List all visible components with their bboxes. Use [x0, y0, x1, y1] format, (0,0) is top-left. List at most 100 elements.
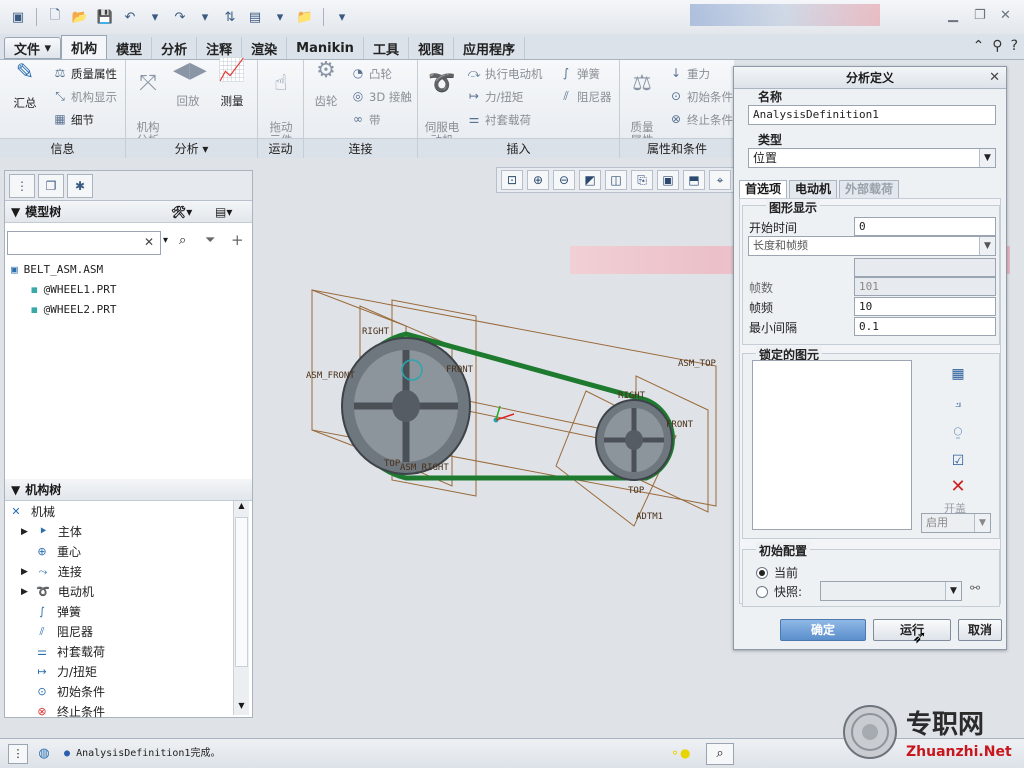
browser-toggle-icon[interactable]: ◍ [34, 744, 54, 764]
customize-icon[interactable]: ▾ [332, 7, 352, 27]
mech-tree-item[interactable]: ⚌ 衬套载荷 [35, 643, 105, 660]
lock-point-icon[interactable]: ⍜ [947, 421, 969, 443]
chevron-down-icon[interactable]: ▾ [163, 235, 168, 246]
damper-button[interactable]: ⫽ 阻尼器 [558, 89, 611, 105]
playback-button[interactable]: ◀▶ 回放 [168, 60, 208, 108]
tab-annotate[interactable]: 注释 [197, 37, 243, 59]
display-style-icon[interactable]: ◫ [605, 170, 627, 190]
tab-applications[interactable]: 应用程序 [454, 37, 525, 59]
force-torque-button[interactable]: ↦ 力/扭矩 [466, 89, 523, 105]
refit-icon[interactable]: ⊡ [501, 170, 523, 190]
find-icon[interactable]: ⌕ [179, 233, 186, 248]
end-time-input[interactable] [854, 258, 996, 277]
mass-props-big-button[interactable]: ⚖ 质量 属性 [622, 64, 662, 147]
type-select[interactable]: 位置 ▼ [748, 148, 996, 168]
mech-tree-item[interactable]: ↦ 力/扭矩 [35, 663, 97, 680]
minimize-icon[interactable]: ▁ [948, 8, 958, 23]
mech-tree-header[interactable]: ▼ 机构树 [5, 479, 252, 501]
mech-tree-item[interactable]: ▶ ⯈ 主体 [21, 523, 82, 540]
detail-button[interactable]: ▦ 细节 [52, 112, 94, 128]
perspective-icon[interactable]: ⬒ [683, 170, 705, 190]
tab-mechanism[interactable]: 机构 [61, 35, 108, 59]
mech-tree-root[interactable]: ✕ 机械 [9, 503, 55, 520]
settings-icon[interactable]: 🛠▾ [171, 205, 192, 219]
zoom-in-icon[interactable]: ⊕ [527, 170, 549, 190]
navigator-toggle-icon[interactable]: ⋮ [8, 744, 28, 764]
expand-icon[interactable]: ▶ [21, 567, 28, 577]
term-cond-button[interactable]: ⊗ 终止条件 [668, 112, 733, 128]
snapshot-select[interactable]: ▼ [820, 581, 962, 601]
drag-component-button[interactable]: ☝ 拖动 元件 [260, 64, 302, 147]
windows-icon[interactable]: ▤ [245, 7, 265, 27]
start-time-input[interactable]: 0 [854, 217, 996, 236]
close-icon[interactable]: ✕ [989, 67, 1000, 89]
tab-external-loads[interactable]: 外部载荷 [839, 180, 900, 198]
filter-icon[interactable]: ⏷ [205, 233, 215, 248]
regenerate-icon[interactable]: ⇅ [220, 7, 240, 27]
repaint-icon[interactable]: ◩ [579, 170, 601, 190]
expand-icon[interactable]: ▶ [21, 587, 28, 597]
bushing-load-button[interactable]: ⚌ 衬套载荷 [466, 112, 531, 128]
scroll-thumb[interactable] [235, 517, 248, 667]
delete-icon[interactable]: ✕ [947, 476, 969, 498]
lock-body-icon[interactable]: ▦ [947, 363, 969, 385]
save-icon[interactable]: 💾 [95, 7, 115, 27]
add-icon[interactable]: + [231, 231, 244, 249]
tab-model[interactable]: 模型 [107, 37, 153, 59]
mass-props-button[interactable]: ⚖ 质量属性 [52, 66, 117, 82]
zoom-out-icon[interactable]: ⊖ [553, 170, 575, 190]
locked-entities-list[interactable] [752, 360, 912, 530]
chevron-down-icon[interactable]: ▾ [195, 7, 215, 27]
servo-motor-button[interactable]: ➰ 伺服电 动机 [420, 64, 464, 147]
close-icon[interactable]: ✕ [1000, 8, 1011, 23]
snapshot-radio[interactable]: 快照: [756, 583, 802, 600]
init-cond-button[interactable]: ⊙ 初始条件 [668, 89, 733, 105]
ok-button[interactable]: 确定 [780, 619, 866, 641]
datum-display-icon[interactable]: ⌖ [709, 170, 731, 190]
mech-tree-item[interactable]: ⫽ 阻尼器 [35, 623, 93, 640]
spring-button[interactable]: ∫ 弹簧 [558, 66, 600, 82]
mech-tree-scrollbar[interactable]: ▲ ▼ [233, 501, 249, 715]
tree-item-asm[interactable]: ▣ BELT_ASM.ASM [11, 263, 103, 276]
scroll-down-icon[interactable]: ▼ [234, 701, 249, 715]
mode-select[interactable]: 长度和帧频 ▼ [748, 236, 996, 256]
chevron-down-icon[interactable]: ▾ [145, 7, 165, 27]
mech-tree-item[interactable]: ∫ 弹簧 [35, 603, 81, 620]
tree-item-part[interactable]: ◼ @WHEEL1.PRT [31, 283, 116, 296]
mech-tree-item[interactable]: ⊙ 初始条件 [35, 683, 105, 700]
model-tree-header[interactable]: ▼ 模型树 🛠▾ ▤▾ [5, 201, 252, 223]
summary-button[interactable]: ✎ 汇总 [4, 62, 46, 110]
close-window-icon[interactable]: 📁 [295, 7, 315, 27]
mech-tree-item[interactable]: ⊕ 重心 [35, 543, 81, 560]
mech-tree-item[interactable]: ▶ ➰ 电动机 [21, 583, 94, 600]
contact-3d-button[interactable]: ◎ 3D 接触 [350, 89, 412, 105]
open-folder-icon[interactable]: 📂 [70, 7, 90, 27]
chevron-down-icon[interactable]: ▾ [270, 7, 290, 27]
tab-render[interactable]: 渲染 [242, 37, 288, 59]
tab-preferences[interactable]: 首选项 [739, 180, 788, 199]
current-radio[interactable]: 当前 [756, 564, 798, 581]
app-icon[interactable]: ▣ [8, 7, 28, 27]
frames-input[interactable]: 101 [854, 277, 996, 296]
collapse-ribbon-icon[interactable]: ⌃ [973, 38, 985, 54]
tab-manikin[interactable]: Manikin [287, 37, 364, 59]
tab-file[interactable]: 文件 ▾ [4, 37, 62, 59]
undo-icon[interactable]: ↶ [120, 7, 140, 27]
glasses-icon[interactable]: ⚯ [970, 581, 980, 595]
frame-rate-input[interactable]: 10 [854, 297, 996, 316]
redo-icon[interactable]: ↷ [170, 7, 190, 27]
search-input[interactable]: ✕ [7, 231, 161, 255]
saved-views-icon[interactable]: ⎘ [631, 170, 653, 190]
collapse-icon[interactable]: ▼ [11, 205, 20, 219]
new-file-icon[interactable]: 🗋 [45, 7, 65, 27]
mech-display-button[interactable]: ⤡ 机构显示 [52, 89, 117, 105]
mech-tree-item[interactable]: ⊗ 终止条件 [35, 703, 105, 720]
help-icon[interactable]: ? [1011, 38, 1018, 54]
gravity-button[interactable]: ↓ 重力 [668, 66, 710, 82]
belt-button[interactable]: ∞ 带 [350, 112, 381, 128]
restore-icon[interactable]: ❐ [974, 8, 986, 23]
gear-button[interactable]: ⚙ 齿轮 [306, 60, 346, 108]
enable-select[interactable]: 启用 ▼ [921, 513, 991, 533]
graphics-window[interactable]: RIGHT ASM_FRONT FRONT TOP ASM_RIGHT ASM_… [256, 196, 732, 724]
find-icon[interactable]: ⌕ [706, 743, 734, 765]
